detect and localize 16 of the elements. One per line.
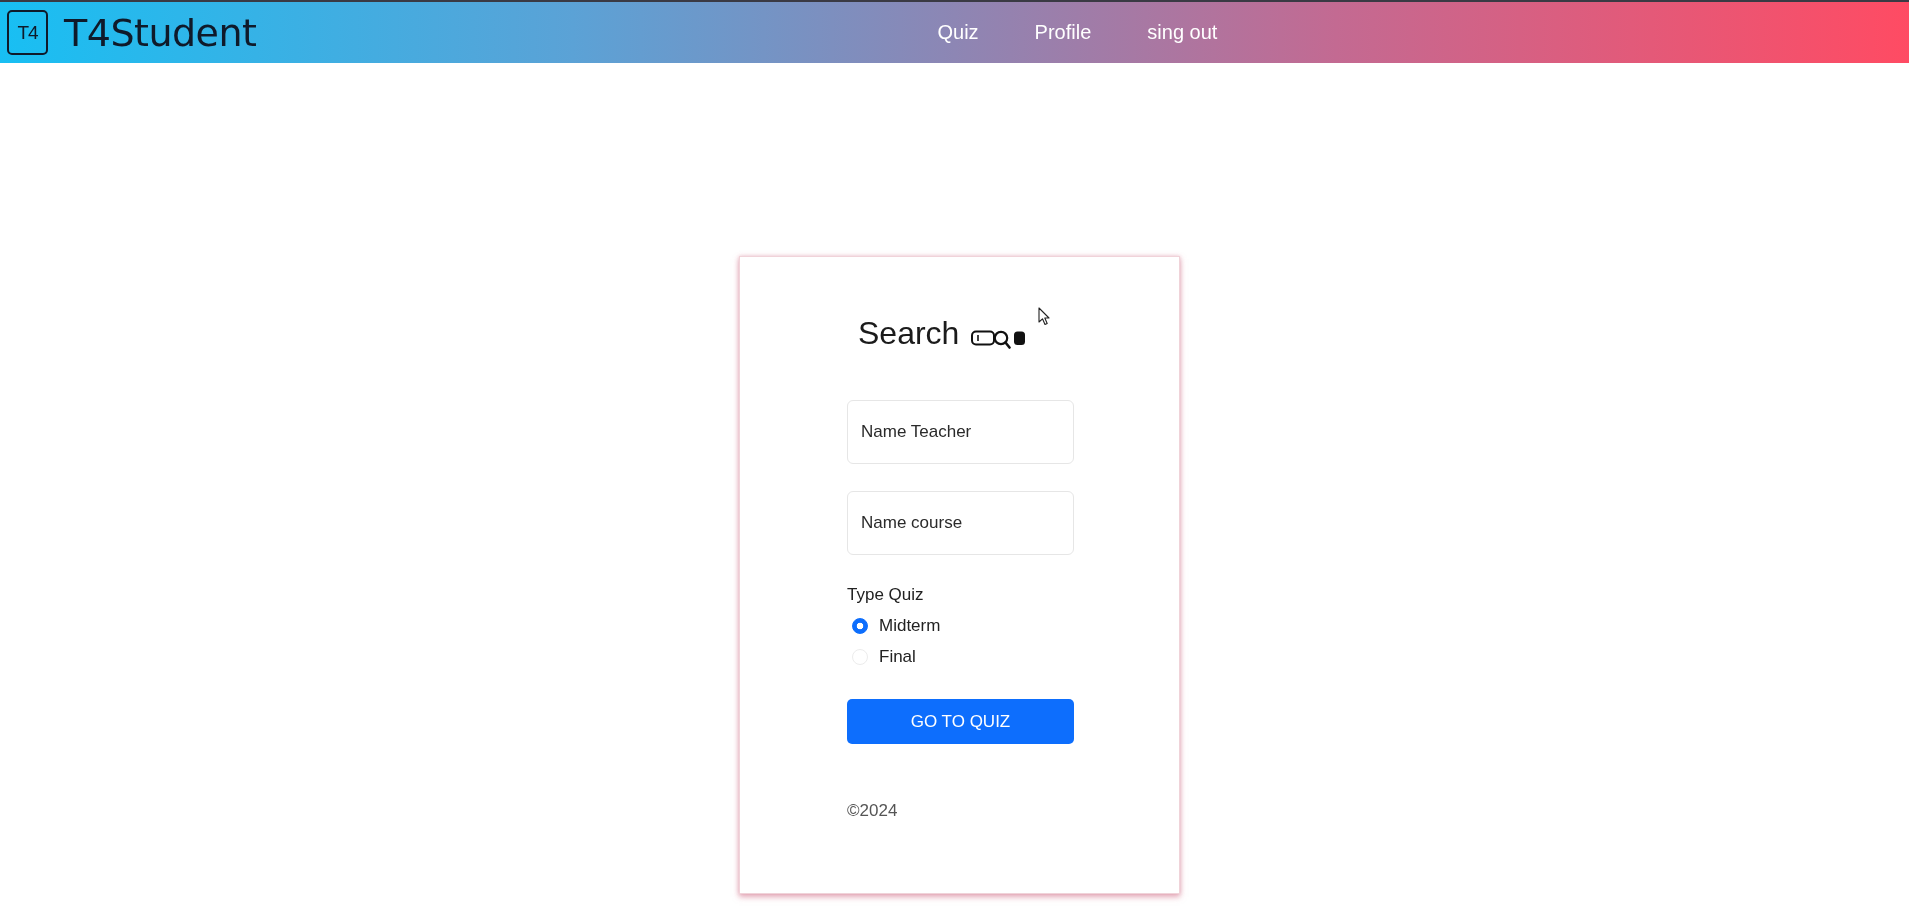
brand-link[interactable]: T4Student (64, 13, 257, 52)
radio-option[interactable]: Midterm (847, 614, 941, 638)
logo-badge: T4 (7, 10, 48, 55)
radio-group-label: Type Quiz (847, 584, 924, 606)
mouse-pointer-icon (1038, 307, 1050, 326)
text-input[interactable]: Name Teacher (847, 400, 1074, 464)
nav-link[interactable]: Profile (1006, 15, 1120, 50)
search-icon (971, 330, 1027, 349)
nav-link[interactable]: Quiz (909, 15, 1007, 50)
card-title: Search (858, 314, 960, 353)
radio-option[interactable]: Final (847, 645, 916, 669)
text-input[interactable]: Name course (847, 491, 1074, 555)
go-to-quiz-button[interactable]: GO TO QUIZ (847, 699, 1074, 744)
radio-button[interactable] (852, 618, 868, 634)
copyright-text: ©2024 (847, 800, 898, 822)
nav-link[interactable]: sing out (1119, 15, 1246, 50)
